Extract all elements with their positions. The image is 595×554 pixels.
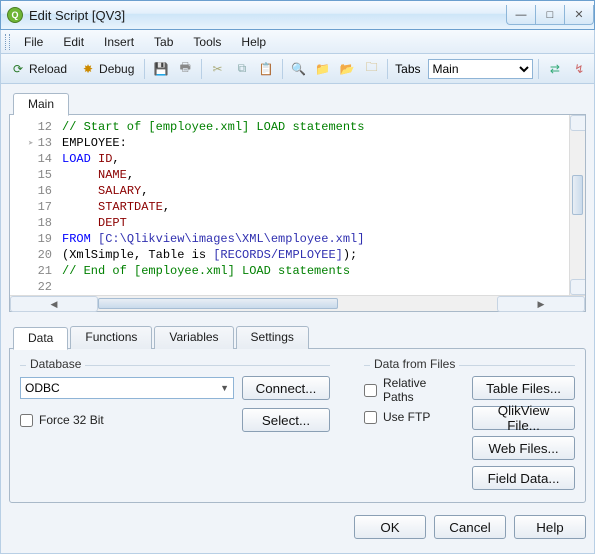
tab-action2-button[interactable]: ↯ bbox=[569, 58, 590, 80]
script-editor: 121314151617181920212223 // Start of [em… bbox=[9, 114, 586, 312]
relative-paths-checkbox[interactable]: Relative Paths bbox=[364, 376, 454, 404]
separator bbox=[538, 59, 539, 79]
help-button[interactable]: Help bbox=[514, 515, 586, 539]
database-group-label: Database bbox=[26, 357, 85, 371]
table-files-button[interactable]: Table Files... bbox=[472, 376, 575, 400]
print-button[interactable]: 🖶 bbox=[175, 58, 196, 80]
tabs-select[interactable]: Main bbox=[428, 59, 534, 79]
separator bbox=[144, 59, 145, 79]
combo-value: ODBC bbox=[25, 381, 60, 395]
search-button[interactable]: 🔍 bbox=[288, 58, 309, 80]
reload-button[interactable]: ⟳ Reload bbox=[5, 58, 72, 80]
menubar: File Edit Insert Tab Tools Help bbox=[0, 30, 595, 54]
menu-tools[interactable]: Tools bbox=[183, 32, 231, 52]
toolbar: ⟳ Reload ✸ Debug 💾 🖶 ✂ ⧉ 📋 🔍 📁 📂 🗀 Tabs … bbox=[0, 54, 595, 84]
database-driver-combo[interactable]: ODBC ▼ bbox=[20, 377, 234, 399]
separator bbox=[387, 59, 388, 79]
cut-icon: ✂ bbox=[210, 61, 226, 77]
qlikview-file-button[interactable]: QlikView File... bbox=[472, 406, 575, 430]
reload-label: Reload bbox=[29, 62, 67, 76]
save-button[interactable]: 💾 bbox=[150, 58, 171, 80]
vertical-scrollbar[interactable]: ▲ ▼ bbox=[569, 115, 585, 295]
tab-label: Functions bbox=[85, 330, 137, 344]
scroll-right-icon[interactable]: ▶ bbox=[497, 296, 585, 312]
close-button[interactable]: ✕ bbox=[564, 5, 594, 25]
folder2-button[interactable]: 📂 bbox=[337, 58, 358, 80]
chevron-down-icon: ▼ bbox=[220, 383, 229, 393]
tabs-label: Tabs bbox=[395, 62, 420, 76]
checkbox-label: Use FTP bbox=[383, 410, 430, 424]
script-tabstrip: Main bbox=[9, 92, 586, 115]
scroll-up-icon[interactable]: ▲ bbox=[570, 115, 585, 131]
menu-insert[interactable]: Insert bbox=[94, 32, 144, 52]
scroll-down-icon[interactable]: ▼ bbox=[570, 279, 585, 295]
select-button[interactable]: Select... bbox=[242, 408, 330, 432]
lower-tabstrip: Data Functions Variables Settings bbox=[9, 326, 586, 349]
tab-label: Settings bbox=[251, 330, 294, 344]
minimize-button[interactable]: — bbox=[506, 5, 536, 25]
cut-button[interactable]: ✂ bbox=[207, 58, 228, 80]
swap-icon: ⇄ bbox=[547, 61, 563, 77]
tab-label: Main bbox=[28, 97, 54, 111]
tab-label: Variables bbox=[169, 330, 218, 344]
branch-icon: ↯ bbox=[571, 61, 587, 77]
line-gutter: 121314151617181920212223 bbox=[10, 115, 58, 295]
tab-label: Data bbox=[28, 331, 53, 345]
checkbox-label: Relative Paths bbox=[383, 376, 454, 404]
use-ftp-checkbox[interactable]: Use FTP bbox=[364, 410, 454, 424]
paste-icon: 📋 bbox=[258, 61, 274, 77]
scroll-left-icon[interactable]: ◀ bbox=[10, 296, 98, 312]
menu-file[interactable]: File bbox=[14, 32, 53, 52]
ok-button[interactable]: OK bbox=[354, 515, 426, 539]
menu-edit[interactable]: Edit bbox=[53, 32, 94, 52]
paste-button[interactable]: 📋 bbox=[256, 58, 277, 80]
menu-help[interactable]: Help bbox=[231, 32, 276, 52]
checkbox-label: Force 32 Bit bbox=[39, 413, 104, 427]
separator bbox=[201, 59, 202, 79]
window-title: Edit Script [QV3] bbox=[29, 8, 507, 23]
save-icon: 💾 bbox=[153, 61, 169, 77]
code-area[interactable]: // Start of [employee.xml] LOAD statemen… bbox=[58, 115, 569, 295]
maximize-button[interactable]: □ bbox=[535, 5, 565, 25]
folder-button[interactable]: 📁 bbox=[312, 58, 333, 80]
checkbox-icon[interactable] bbox=[364, 411, 377, 424]
scroll-thumb[interactable] bbox=[98, 298, 338, 309]
bug-icon: ✸ bbox=[80, 61, 96, 77]
debug-label: Debug bbox=[99, 62, 134, 76]
dialog-footer: OK Cancel Help bbox=[9, 515, 586, 539]
force-32bit-checkbox[interactable]: Force 32 Bit bbox=[20, 413, 234, 427]
field-data-button[interactable]: Field Data... bbox=[472, 466, 575, 490]
script-tab-main[interactable]: Main bbox=[13, 93, 69, 116]
reload-icon: ⟳ bbox=[10, 61, 26, 77]
tab-action1-button[interactable]: ⇄ bbox=[544, 58, 565, 80]
print-icon: 🖶 bbox=[177, 61, 193, 77]
tab-settings[interactable]: Settings bbox=[236, 326, 309, 349]
checkbox-icon[interactable] bbox=[20, 414, 33, 427]
tab-functions[interactable]: Functions bbox=[70, 326, 152, 349]
tab-variables[interactable]: Variables bbox=[154, 326, 233, 349]
web-files-button[interactable]: Web Files... bbox=[472, 436, 575, 460]
folder-icon: 📂 bbox=[339, 61, 355, 77]
checkbox-icon[interactable] bbox=[364, 384, 377, 397]
folder-icon: 📁 bbox=[315, 61, 331, 77]
titlebar: Q Edit Script [QV3] — □ ✕ bbox=[0, 0, 595, 30]
files-group-label: Data from Files bbox=[370, 357, 459, 371]
search-icon: 🔍 bbox=[291, 61, 307, 77]
folder3-button[interactable]: 🗀 bbox=[361, 58, 382, 80]
lower-content: Database ODBC ▼ Connect... Force 32 Bit bbox=[9, 348, 586, 503]
tab-data[interactable]: Data bbox=[13, 327, 68, 350]
horizontal-scrollbar[interactable]: ◀ ▶ bbox=[10, 295, 585, 311]
cancel-button[interactable]: Cancel bbox=[434, 515, 506, 539]
folder-icon: 🗀 bbox=[364, 61, 380, 77]
menu-tab[interactable]: Tab bbox=[144, 32, 183, 52]
app-icon: Q bbox=[7, 7, 23, 23]
separator bbox=[282, 59, 283, 79]
scroll-thumb[interactable] bbox=[572, 175, 583, 215]
menubar-grip bbox=[5, 34, 10, 50]
copy-icon: ⧉ bbox=[234, 61, 250, 77]
copy-button[interactable]: ⧉ bbox=[231, 58, 252, 80]
dialog-body: Main 121314151617181920212223 // Start o… bbox=[0, 84, 595, 554]
connect-button[interactable]: Connect... bbox=[242, 376, 330, 400]
debug-button[interactable]: ✸ Debug bbox=[75, 58, 139, 80]
